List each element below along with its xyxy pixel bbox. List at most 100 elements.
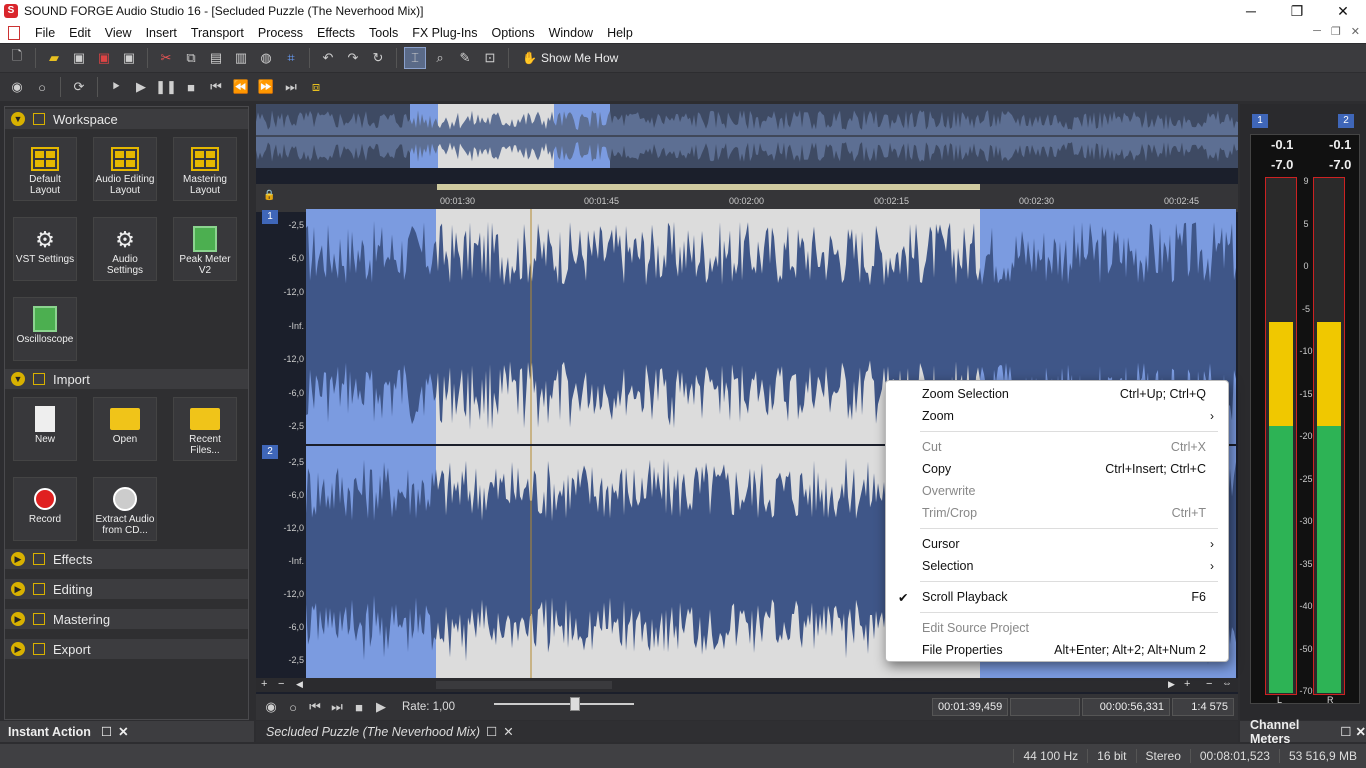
dock-icon[interactable]: ☐ xyxy=(1340,724,1351,739)
go-to-start-icon[interactable]: ⏮ xyxy=(205,76,227,98)
section-editing[interactable]: ▶ Editing xyxy=(5,579,248,599)
stop-icon[interactable]: ■ xyxy=(348,696,370,718)
menu-item-selection[interactable]: Selection › xyxy=(886,555,1228,577)
doc-restore-icon[interactable]: ❐ xyxy=(1331,25,1341,38)
rewind-icon[interactable]: ⏪ xyxy=(230,76,252,98)
menu-effects[interactable]: Effects xyxy=(310,26,362,40)
section-export[interactable]: ▶ Export xyxy=(5,639,248,659)
menu-help[interactable]: Help xyxy=(600,26,640,40)
sync-icon[interactable]: ⧈ xyxy=(305,76,327,98)
dock-icon[interactable]: ☐ xyxy=(486,724,497,739)
record-icon[interactable]: ○ xyxy=(31,76,53,98)
horizontal-scrollbar[interactable]: + − ◀ ▶ + − ⇔ xyxy=(256,678,1238,692)
vst-settings-tile[interactable]: ⚙ VST Settings xyxy=(13,217,77,281)
save-all-icon[interactable]: ▣ xyxy=(118,47,140,69)
instant-action-tab[interactable]: Instant Action ☐ ✕ xyxy=(0,721,254,742)
menu-item-copy[interactable]: Copy Ctrl+Insert; Ctrl+C xyxy=(886,458,1228,480)
play-all-icon[interactable]: ⯈ xyxy=(105,76,127,98)
extract-audio-tile[interactable]: Extract Audio from CD... xyxy=(93,477,157,541)
section-effects[interactable]: ▶ Effects xyxy=(5,549,248,569)
redo-icon[interactable]: ↷ xyxy=(342,47,364,69)
lock-icon[interactable]: 🔒 xyxy=(263,190,275,201)
stop-icon[interactable]: ■ xyxy=(180,76,202,98)
mastering-layout-tile[interactable]: Mastering Layout xyxy=(173,137,237,201)
paste-icon[interactable]: ▤ xyxy=(205,47,227,69)
menu-item-scroll-playback[interactable]: ✔ Scroll Playback F6 xyxy=(886,586,1228,608)
menu-item-zoom-selection[interactable]: Zoom Selection Ctrl+Up; Ctrl+Q xyxy=(886,383,1228,405)
audio-settings-tile[interactable]: ⚙ Audio Settings xyxy=(93,217,157,281)
menu-tools[interactable]: Tools xyxy=(362,26,405,40)
close-tab-icon[interactable]: ✕ xyxy=(503,724,513,739)
scroll-thumb[interactable] xyxy=(436,681,612,689)
close-panel-icon[interactable]: ✕ xyxy=(1356,724,1366,739)
rate-slider[interactable] xyxy=(494,697,634,711)
menu-item-file-properties[interactable]: File Properties Alt+Enter; Alt+2; Alt+Num… xyxy=(886,639,1228,661)
document-icon[interactable] xyxy=(8,25,20,40)
peak-meter-tile[interactable]: Peak Meter V2 xyxy=(173,217,237,281)
time-ruler[interactable]: 🔒 00:01:30 00:01:45 00:02:00 00:02:15 00… xyxy=(256,184,1238,212)
zoom-out-icon[interactable]: − xyxy=(278,678,284,690)
new-tile[interactable]: New xyxy=(13,397,77,461)
menu-view[interactable]: View xyxy=(98,26,139,40)
scroll-left-icon[interactable]: ◀ xyxy=(296,679,303,690)
open-folder-icon[interactable]: ▰ xyxy=(43,47,65,69)
record-icon[interactable]: ○ xyxy=(282,696,304,718)
scroll-arrows-icon[interactable]: ⇔ xyxy=(1222,678,1232,689)
doc-close-icon[interactable]: ✕ xyxy=(1351,25,1360,38)
zoom-in-icon[interactable]: + xyxy=(1184,678,1190,690)
menu-transport[interactable]: Transport xyxy=(184,26,251,40)
play-icon[interactable]: ▶ xyxy=(370,696,392,718)
menu-edit[interactable]: Edit xyxy=(62,26,98,40)
cut-icon[interactable]: ✂ xyxy=(155,47,177,69)
scroll-right-icon[interactable]: ▶ xyxy=(1168,679,1175,690)
close-button[interactable]: ✕ xyxy=(1320,0,1366,22)
section-workspace[interactable]: ▼ Workspace xyxy=(5,109,248,129)
loop-icon[interactable]: ⟳ xyxy=(68,76,90,98)
menu-fx-plugins[interactable]: FX Plug-Ins xyxy=(405,26,484,40)
save-as-icon[interactable]: ▣ xyxy=(93,47,115,69)
pause-icon[interactable]: ❚❚ xyxy=(155,76,177,98)
menu-item-cursor[interactable]: Cursor › xyxy=(886,533,1228,555)
record-tile[interactable]: Record xyxy=(13,477,77,541)
oscilloscope-tile[interactable]: Oscilloscope xyxy=(13,297,77,361)
play-icon[interactable]: ▶ xyxy=(130,76,152,98)
record-arm-icon[interactable]: ◉ xyxy=(260,696,282,718)
document-tab[interactable]: Secluded Puzzle (The Neverhood Mix) ☐ ✕ xyxy=(256,721,1238,742)
open-tile[interactable]: Open xyxy=(93,397,157,461)
copy-icon[interactable]: ⧉ xyxy=(180,47,202,69)
repeat-icon[interactable]: ↻ xyxy=(367,47,389,69)
overview-bar[interactable] xyxy=(256,104,1238,168)
go-to-end-icon[interactable]: ⏭ xyxy=(326,696,348,718)
section-mastering[interactable]: ▶ Mastering xyxy=(5,609,248,629)
menu-window[interactable]: Window xyxy=(542,26,600,40)
show-me-how-button[interactable]: ✋ Show Me How xyxy=(516,51,624,65)
rate-slider-thumb[interactable] xyxy=(570,697,580,711)
save-icon[interactable]: ▣ xyxy=(68,47,90,69)
record-arm-icon[interactable]: ◉ xyxy=(6,76,28,98)
zoom-out-icon[interactable]: − xyxy=(1206,678,1212,690)
menu-options[interactable]: Options xyxy=(485,26,542,40)
minimize-button[interactable]: ─ xyxy=(1228,0,1274,22)
edit-tool-icon[interactable]: ⌶ xyxy=(404,47,426,69)
pencil-tool-icon[interactable]: ✎ xyxy=(454,47,476,69)
mix-icon[interactable]: ▥ xyxy=(230,47,252,69)
menu-file[interactable]: File xyxy=(28,26,62,40)
menu-item-zoom[interactable]: Zoom › xyxy=(886,405,1228,427)
crop-icon[interactable]: ⌗ xyxy=(280,47,302,69)
menu-insert[interactable]: Insert xyxy=(139,26,184,40)
go-to-start-icon[interactable]: ⏮ xyxy=(304,696,326,718)
go-to-end-icon[interactable]: ⏭ xyxy=(280,76,302,98)
paste-special-icon[interactable]: ◍ xyxy=(255,47,277,69)
doc-minimize-icon[interactable]: ─ xyxy=(1313,25,1321,38)
selection-bar[interactable] xyxy=(437,184,980,190)
magnify-tool-icon[interactable]: ⌕ xyxy=(429,47,451,69)
undo-icon[interactable]: ↶ xyxy=(317,47,339,69)
default-layout-tile[interactable]: Default Layout xyxy=(13,137,77,201)
zoom-in-icon[interactable]: + xyxy=(261,678,267,690)
audio-editing-layout-tile[interactable]: Audio Editing Layout xyxy=(93,137,157,201)
fast-forward-icon[interactable]: ⏩ xyxy=(255,76,277,98)
maximize-button[interactable]: ❐ xyxy=(1274,0,1320,22)
dock-icon[interactable]: ☐ xyxy=(101,724,112,739)
close-panel-icon[interactable]: ✕ xyxy=(118,724,128,739)
channel-meters-tab[interactable]: Channel Meters ☐ ✕ xyxy=(1240,718,1366,746)
